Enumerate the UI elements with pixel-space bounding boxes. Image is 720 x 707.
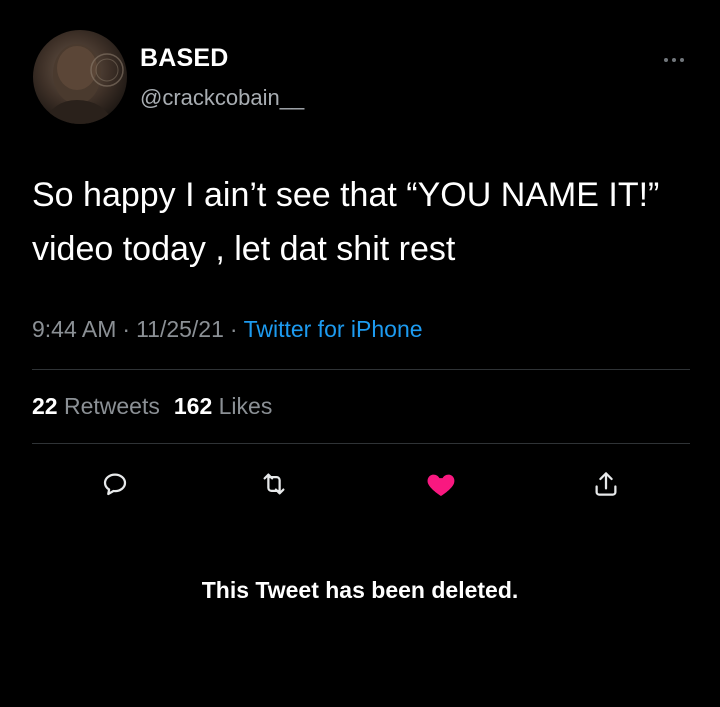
more-options-icon[interactable]	[656, 50, 692, 70]
user-handle[interactable]: @crackcobain__	[140, 85, 304, 111]
retweet-icon	[263, 473, 285, 495]
meta-separator: ·	[122, 316, 131, 342]
share-button[interactable]	[586, 464, 626, 504]
retweets-label: Retweets	[63, 393, 160, 419]
display-name[interactable]: BASED	[140, 44, 229, 73]
tweet-source-link[interactable]: Twitter for iPhone	[244, 316, 423, 342]
tweet-time[interactable]: 9:44 AM	[32, 316, 116, 342]
dot	[680, 58, 684, 62]
likes-stat[interactable]: 162 Likes	[174, 393, 272, 419]
meta-separator: ·	[229, 316, 238, 342]
retweets-stat[interactable]: 22 Retweets	[32, 393, 160, 419]
likes-label: Likes	[218, 393, 273, 419]
profile-photo-icon	[43, 44, 124, 124]
divider	[32, 443, 690, 444]
heart-icon	[427, 474, 455, 496]
heart-fill	[427, 474, 455, 496]
tweet-date[interactable]: 11/25/21	[136, 316, 224, 342]
tweet-metadata: 9:44 AM · 11/25/21 · Twitter for iPhone	[32, 316, 423, 343]
deleted-notice: This Tweet has been deleted.	[201, 577, 519, 603]
divider	[32, 369, 690, 370]
dot	[664, 58, 668, 62]
dot	[672, 58, 676, 62]
reply-icon	[103, 473, 127, 496]
like-button[interactable]	[421, 464, 461, 504]
share-icon	[595, 472, 617, 496]
retweet-button[interactable]	[254, 464, 294, 504]
avatar[interactable]	[33, 30, 127, 124]
reply-button[interactable]	[95, 464, 135, 504]
engagement-stats: 22 Retweets 162 Likes	[32, 393, 272, 420]
tweet-card: BASED @crackcobain__ So happy I ain’t se…	[0, 0, 720, 707]
tweet-text: So happy I ain’t see that “YOU NAME IT!”…	[32, 176, 660, 268]
likes-count: 162	[173, 393, 213, 419]
retweets-count: 22	[32, 393, 58, 419]
